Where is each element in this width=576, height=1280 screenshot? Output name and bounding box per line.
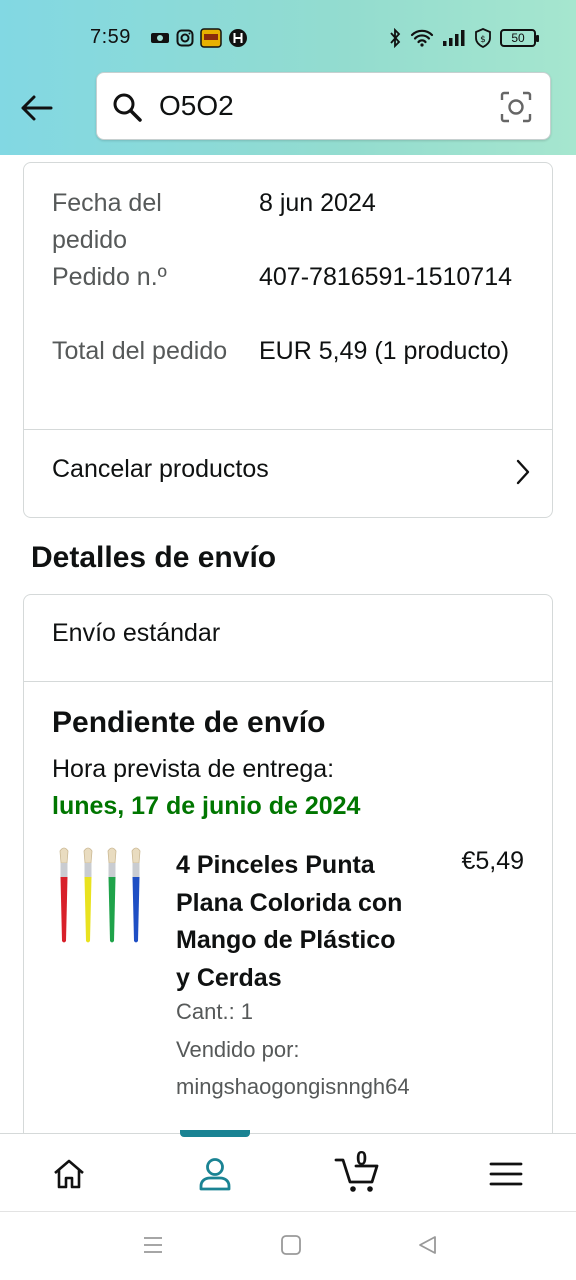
h-icon <box>228 28 248 48</box>
signal-icon <box>442 29 466 47</box>
system-navigation-bar <box>0 1211 576 1280</box>
app-badge-icon <box>200 28 222 48</box>
cart-count: 0 <box>356 1148 368 1170</box>
recents-icon <box>144 1237 162 1253</box>
paintbrush-1 <box>59 847 69 943</box>
svg-text:$: $ <box>480 35 486 45</box>
divider <box>24 429 552 430</box>
shipping-details-card: Envío estándar Pendiente de envío Hora p… <box>23 594 553 1154</box>
active-tab-indicator <box>180 1130 250 1137</box>
paintbrush-3 <box>107 847 117 943</box>
chevron-right-icon <box>516 459 530 490</box>
back-arrow-icon <box>21 95 53 121</box>
nav-menu[interactable] <box>484 1154 528 1194</box>
vpn-shield-icon: $ <box>474 28 492 48</box>
shipping-section-title: Detalles de envío <box>31 541 277 574</box>
battery-icon: 50 <box>500 29 539 47</box>
instagram-icon <box>176 29 194 47</box>
nav-home[interactable] <box>47 1154 91 1194</box>
recent-apps-button[interactable] <box>142 1234 164 1261</box>
status-time: 7:59 <box>90 26 131 48</box>
order-date-value: 8 jun 2024 <box>259 189 376 217</box>
back-button[interactable] <box>14 88 58 128</box>
eta-label: Hora prevista de entrega: <box>52 755 335 783</box>
shipment-status: Pendiente de envío <box>52 706 326 739</box>
hamburger-menu-icon <box>489 1162 523 1186</box>
nav-account[interactable] <box>193 1154 237 1194</box>
back-system-button[interactable] <box>416 1234 438 1261</box>
sold-by-label: Vendido por: <box>176 1037 300 1062</box>
status-icons-right: $ 50 <box>388 28 539 48</box>
bottom-navigation: 0 <box>0 1130 576 1211</box>
shipping-method: Envío estándar <box>52 619 221 647</box>
product-quantity: Cant.: 1 <box>176 999 254 1024</box>
status-bar: 7:59 $ 50 <box>0 20 576 58</box>
camera-search-icon[interactable] <box>500 91 532 128</box>
wifi-icon <box>410 29 434 47</box>
user-icon <box>199 1158 231 1191</box>
home-icon <box>54 1159 84 1189</box>
paintbrush-4 <box>131 847 141 943</box>
product-title-link[interactable]: 4 Pinceles Punta Plana Colorida con Mang… <box>176 847 416 997</box>
order-number-label: Pedido n.º <box>52 263 167 291</box>
eta-date: lunes, 17 de junio de 2024 <box>52 792 361 820</box>
top-header: 7:59 $ 50 O5O2 <box>0 0 576 155</box>
map-icon <box>150 30 170 46</box>
order-date-label: Fecha del pedido <box>52 189 162 254</box>
status-icons-left <box>150 28 248 48</box>
square-home-icon <box>281 1235 301 1255</box>
search-bar[interactable]: O5O2 <box>96 72 551 140</box>
search-input[interactable]: O5O2 <box>159 90 234 122</box>
triangle-back-icon <box>419 1236 436 1254</box>
product-price: €5,49 <box>461 847 524 875</box>
home-system-button[interactable] <box>280 1234 302 1261</box>
divider <box>24 681 552 682</box>
nav-cart[interactable]: 0 <box>334 1148 384 1194</box>
search-icon <box>111 91 143 128</box>
order-total-value: EUR 5,49 (1 producto) <box>259 337 510 365</box>
product-image[interactable] <box>52 845 152 945</box>
order-summary-card: Fecha del pedido 8 jun 2024 Pedido n.º 4… <box>23 162 553 518</box>
bluetooth-icon <box>388 28 402 48</box>
order-number-value: 407-7816591-1510714 <box>259 263 513 291</box>
cancel-products-label: Cancelar productos <box>52 455 269 483</box>
cancel-products-button[interactable]: Cancelar productos <box>24 431 552 517</box>
paintbrush-2 <box>83 847 93 943</box>
seller-name[interactable]: mingshaogongisnngh64 <box>176 1074 410 1100</box>
order-total-label: Total del pedido <box>52 337 228 365</box>
